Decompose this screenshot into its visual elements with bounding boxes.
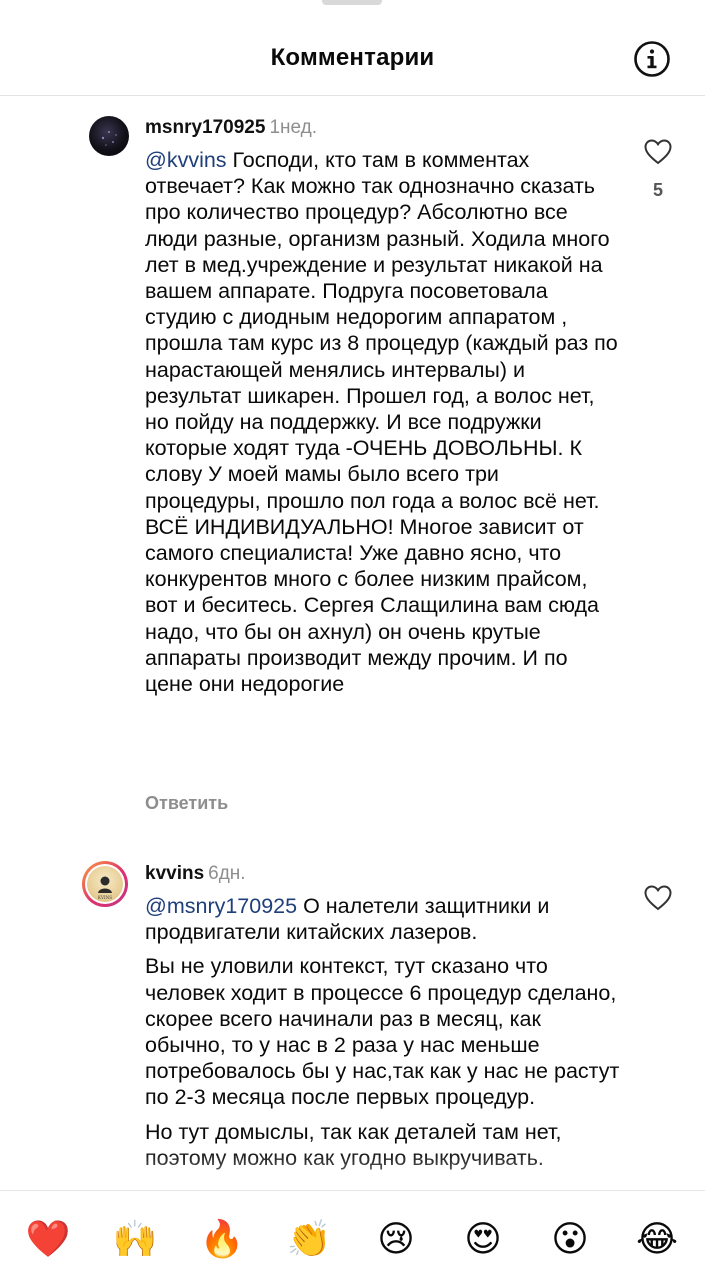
comment-body-text: Господи, кто там в комментах отвечает? К… (145, 148, 618, 697)
comment-text: @msnry170925 О налетели защитники и прод… (145, 893, 620, 1179)
tears-of-joy-emoji-button[interactable]: 😂 (633, 1215, 681, 1263)
reply-button[interactable]: Ответить (145, 793, 228, 814)
mention-link[interactable]: @kvvins (145, 148, 227, 172)
svg-text:KVINS: KVINS (98, 895, 112, 900)
avatar[interactable]: KVINS (82, 861, 128, 907)
crying-face-emoji-button[interactable]: 😢 (372, 1215, 420, 1263)
fire-emoji-button[interactable]: 🔥 (198, 1215, 246, 1263)
timestamp: 6дн. (208, 863, 246, 884)
scroll-fade (0, 1150, 705, 1190)
header: Комментарии (0, 0, 705, 96)
clapping-hands-emoji-button[interactable]: 👏 (285, 1215, 333, 1263)
heart-icon[interactable] (644, 885, 672, 911)
info-icon[interactable] (633, 40, 671, 78)
username[interactable]: msnry170925 (145, 117, 265, 138)
comment-meta: kvvins 6дн. (145, 863, 246, 885)
heart-icon[interactable] (644, 139, 672, 165)
emoji-quick-bar: ❤️ 🙌 🔥 👏 😢 😍 😮 😂 (0, 1190, 705, 1280)
comment-meta: msnry170925 1нед. (145, 117, 317, 139)
page-title: Комментарии (270, 44, 435, 71)
username[interactable]: kvvins (145, 863, 204, 884)
red-heart-emoji-button[interactable]: ❤️ (24, 1215, 72, 1263)
avatar[interactable] (89, 116, 129, 156)
comment-body-text: Вы не уловили контекст, тут сказано что … (145, 954, 620, 1110)
comment-text: @kvvins Господи, кто там в комментах отв… (145, 147, 620, 705)
like-count: 5 (652, 180, 663, 200)
surprised-face-emoji-button[interactable]: 😮 (546, 1215, 594, 1263)
heart-eyes-emoji-button[interactable]: 😍 (459, 1215, 507, 1263)
raising-hands-emoji-button[interactable]: 🙌 (111, 1215, 159, 1263)
timestamp: 1нед. (269, 117, 318, 138)
mention-link[interactable]: @msnry170925 (145, 894, 297, 918)
